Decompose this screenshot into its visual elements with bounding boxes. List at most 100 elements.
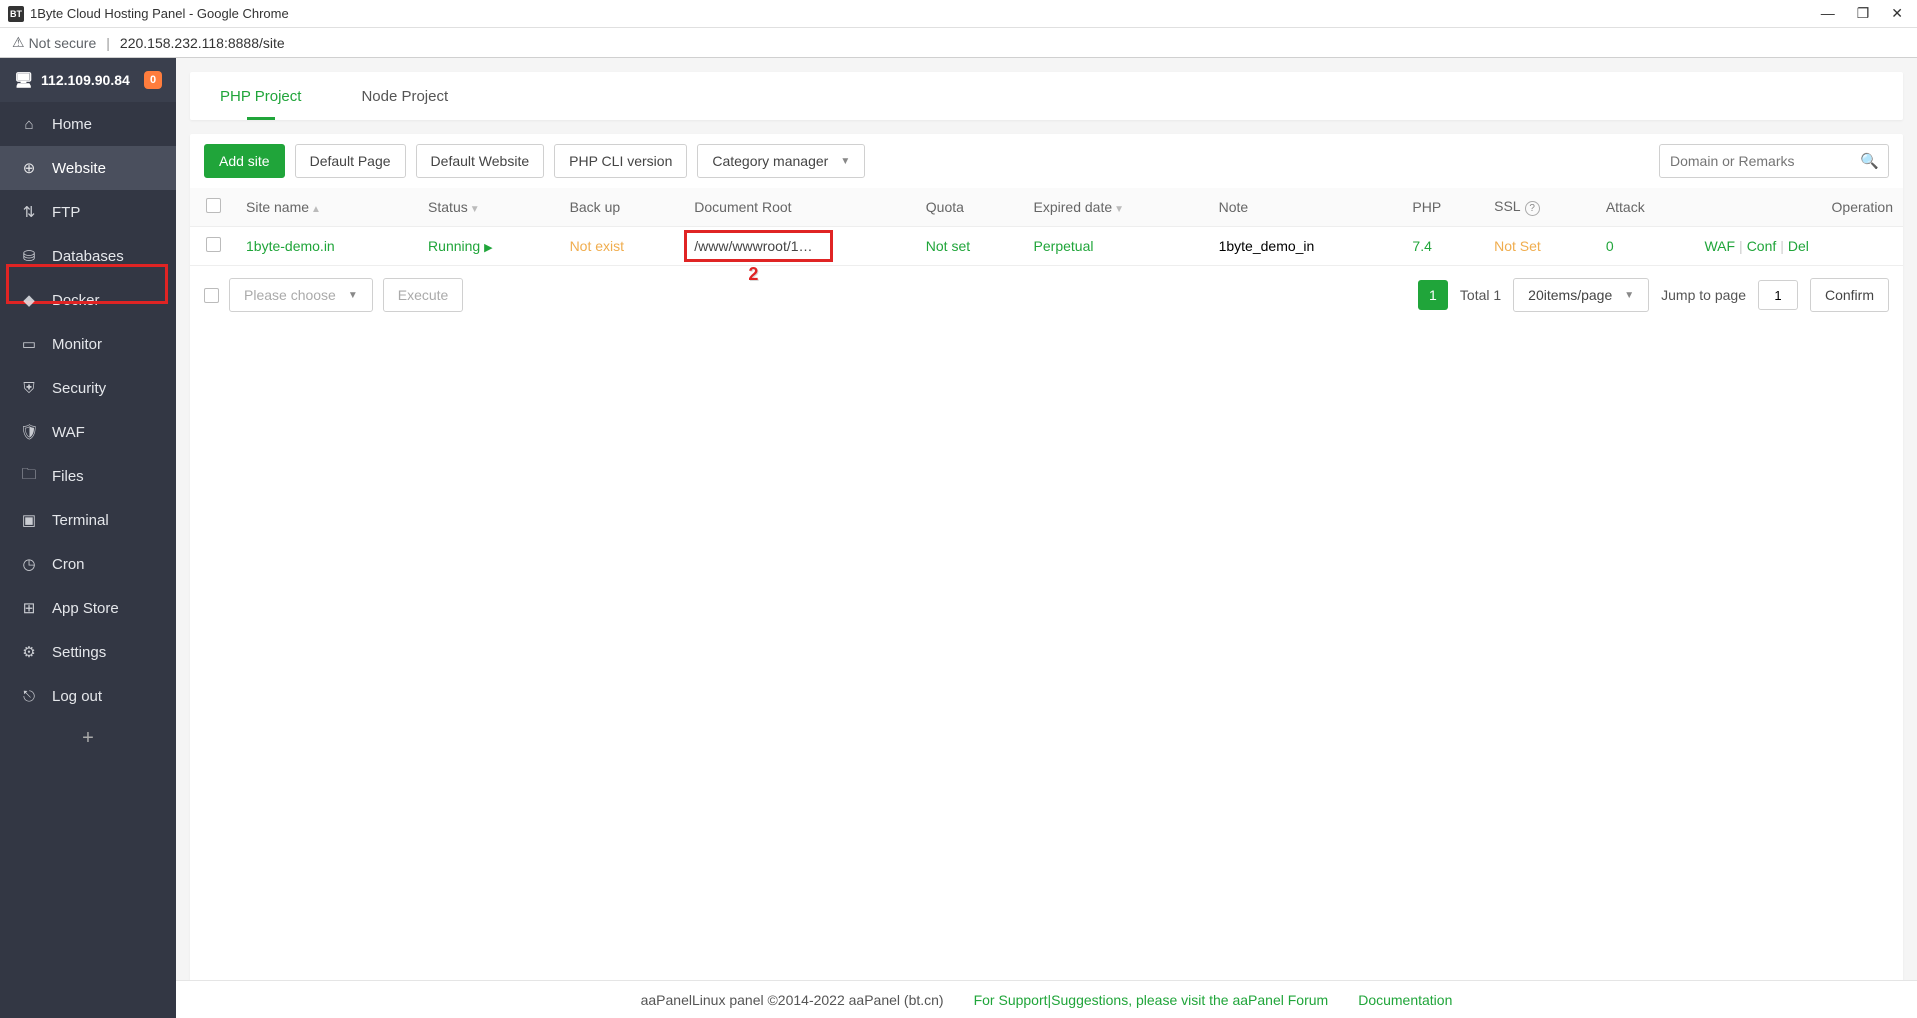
toolbar: Add site Default Page Default Website PH…	[190, 134, 1903, 188]
browser-titlebar: BT 1Byte Cloud Hosting Panel - Google Ch…	[0, 0, 1917, 28]
op-conf-link[interactable]: Conf	[1747, 238, 1777, 254]
nav-ftp-icon: ⇅	[20, 203, 38, 221]
nav-settings-label: Settings	[52, 644, 106, 661]
nav-files-label: Files	[52, 468, 84, 485]
nav-ftp-label: FTP	[52, 204, 80, 221]
nav-security[interactable]: ⛨ Security	[0, 366, 176, 410]
window-minimize-button[interactable]: —	[1821, 5, 1835, 22]
nav-appstore-label: App Store	[52, 600, 119, 617]
nav-home-icon: ⌂	[20, 116, 38, 133]
nav-settings-icon: ⚙	[20, 643, 38, 661]
security-status: Not secure	[29, 35, 97, 51]
nav-settings[interactable]: ⚙ Settings	[0, 630, 176, 674]
backup-cell[interactable]: Not exist	[570, 238, 624, 254]
notification-badge[interactable]: 0	[144, 71, 162, 89]
window-maximize-button[interactable]: ❐	[1857, 5, 1870, 22]
ssl-cell[interactable]: Not Set	[1494, 238, 1541, 254]
sidebar-add-button[interactable]: +	[0, 718, 176, 758]
document-root-cell[interactable]: /www/wwwroot/1…	[694, 238, 812, 254]
nav-website[interactable]: ⊕Website	[0, 146, 176, 190]
nav-terminal[interactable]: ▣ Terminal	[0, 498, 176, 542]
default-page-button[interactable]: Default Page	[295, 144, 406, 178]
window-close-button[interactable]: ✕	[1891, 5, 1903, 22]
col-ssl: SSL?	[1484, 188, 1596, 227]
col-note: Note	[1209, 188, 1403, 227]
row-checkbox[interactable]	[206, 237, 221, 252]
nav-terminal-icon: ▣	[20, 511, 38, 529]
site-name-link[interactable]: 1byte-demo.in	[246, 238, 335, 254]
jump-page-input[interactable]	[1758, 280, 1798, 310]
bulk-checkbox[interactable]	[204, 288, 219, 303]
sidebar: 🖥 112.109.90.84 0 ⌂ Home ⊕Website ⇅ FTP ⛁ Data…	[0, 58, 176, 1018]
nav-logout-icon: ⎋	[20, 688, 38, 705]
op-del-link[interactable]: Del	[1788, 238, 1809, 254]
ssl-help-icon[interactable]: ?	[1525, 201, 1540, 216]
nav-files[interactable]: 🗀Files	[0, 454, 176, 498]
jump-label: Jump to page	[1661, 287, 1746, 303]
tab-php-project[interactable]: PHP Project	[190, 72, 331, 120]
attack-cell[interactable]: 0	[1606, 238, 1614, 254]
expired-cell[interactable]: Perpetual	[1034, 238, 1094, 254]
nav-docker-icon: ◆	[20, 291, 38, 309]
col-attack: Attack	[1596, 188, 1695, 227]
main-area: PHP ProjectNode Project Add site Default…	[176, 58, 1917, 1018]
nav-monitor-icon: ▭	[20, 335, 38, 353]
sidebar-ip-bar[interactable]: 🖥 112.109.90.84 0	[0, 58, 176, 102]
tab-node-project[interactable]: Node Project	[331, 72, 478, 120]
default-website-button[interactable]: Default Website	[416, 144, 545, 178]
search-icon[interactable]: 🔍	[1860, 152, 1879, 170]
category-manager-select[interactable]: Category manager	[697, 144, 865, 178]
col-expired[interactable]: Expired date▼	[1024, 188, 1209, 227]
nav-logout[interactable]: ⎋ Log out	[0, 674, 176, 718]
nav-ftp[interactable]: ⇅ FTP	[0, 190, 176, 234]
col-site-name[interactable]: Site name▲	[236, 188, 418, 227]
nav-databases[interactable]: ⛁ Databases	[0, 234, 176, 278]
browser-urlbar[interactable]: ⚠ Not secure | 220.158.232.118:8888/site	[0, 28, 1917, 58]
quota-cell[interactable]: Not set	[926, 238, 970, 254]
select-all-checkbox[interactable]	[206, 198, 221, 213]
browser-title: 1Byte Cloud Hosting Panel - Google Chrom…	[30, 6, 289, 21]
nav-docker[interactable]: ◆ Docker	[0, 278, 176, 322]
search-input[interactable]	[1659, 144, 1889, 178]
bulk-execute-button[interactable]: Execute	[383, 278, 464, 312]
col-operation: Operation	[1694, 188, 1903, 227]
footer-docs-link[interactable]: Documentation	[1358, 992, 1452, 1008]
nav-cron[interactable]: ◷Cron	[0, 542, 176, 586]
nav-home[interactable]: ⌂ Home	[0, 102, 176, 146]
page-size-select[interactable]: 20items/page	[1513, 278, 1649, 312]
nav-website-label: Website	[52, 160, 106, 177]
nav-docker-label: Docker	[52, 292, 100, 309]
nav-waf-label: WAF	[52, 424, 85, 441]
annotation-label-2: 2	[748, 264, 758, 285]
nav-logout-label: Log out	[52, 688, 102, 705]
insecure-icon: ⚠	[12, 34, 25, 51]
php-cell[interactable]: 7.4	[1412, 238, 1431, 254]
status-cell[interactable]: Running ▶	[428, 238, 493, 254]
bulk-action-select[interactable]: Please choose	[229, 278, 373, 312]
nav-appstore[interactable]: ⊞App Store	[0, 586, 176, 630]
nav-cron-label: Cron	[52, 556, 85, 573]
sites-table: Site name▲ Status▼ Back up Document Root…	[190, 188, 1903, 266]
nav-security-icon: ⛨	[20, 380, 38, 397]
col-php: PHP	[1402, 188, 1484, 227]
nav-waf-icon: 🛡	[20, 423, 38, 441]
nav-databases-label: Databases	[52, 248, 124, 265]
nav-monitor-label: Monitor	[52, 336, 102, 353]
col-status[interactable]: Status▼	[418, 188, 560, 227]
jump-confirm-button[interactable]: Confirm	[1810, 278, 1889, 312]
nav-home-label: Home	[52, 116, 92, 133]
page-1-button[interactable]: 1	[1418, 280, 1448, 310]
nav-waf[interactable]: 🛡 WAF	[0, 410, 176, 454]
col-quota: Quota	[916, 188, 1024, 227]
footer-support-link[interactable]: For Support|Suggestions, please visit th…	[974, 992, 1329, 1008]
nav-security-label: Security	[52, 380, 106, 397]
play-icon: ▶	[484, 242, 492, 254]
nav-databases-icon: ⛁	[20, 247, 38, 265]
col-document-root: Document Root	[684, 188, 916, 227]
note-cell[interactable]: 1byte_demo_in	[1219, 238, 1315, 254]
add-site-button[interactable]: Add site	[204, 144, 285, 178]
php-cli-version-button[interactable]: PHP CLI version	[554, 144, 687, 178]
nav-terminal-label: Terminal	[52, 512, 109, 529]
op-waf-link[interactable]: WAF	[1704, 238, 1735, 254]
nav-monitor[interactable]: ▭ Monitor	[0, 322, 176, 366]
